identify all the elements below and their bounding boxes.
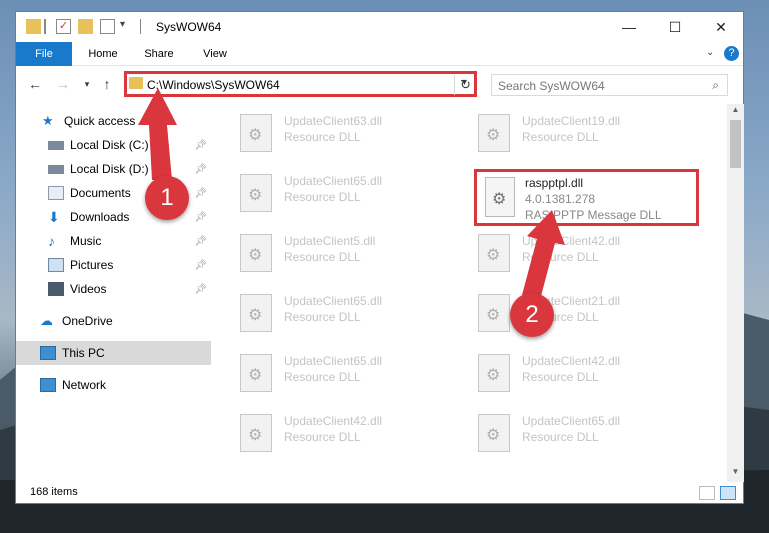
arrow-up-icon [138,88,177,180]
step-1-badge: 1 [145,176,189,220]
step-2-badge: 2 [510,293,554,337]
arrow-up-icon [522,210,565,300]
annotation-arrows [138,88,565,300]
